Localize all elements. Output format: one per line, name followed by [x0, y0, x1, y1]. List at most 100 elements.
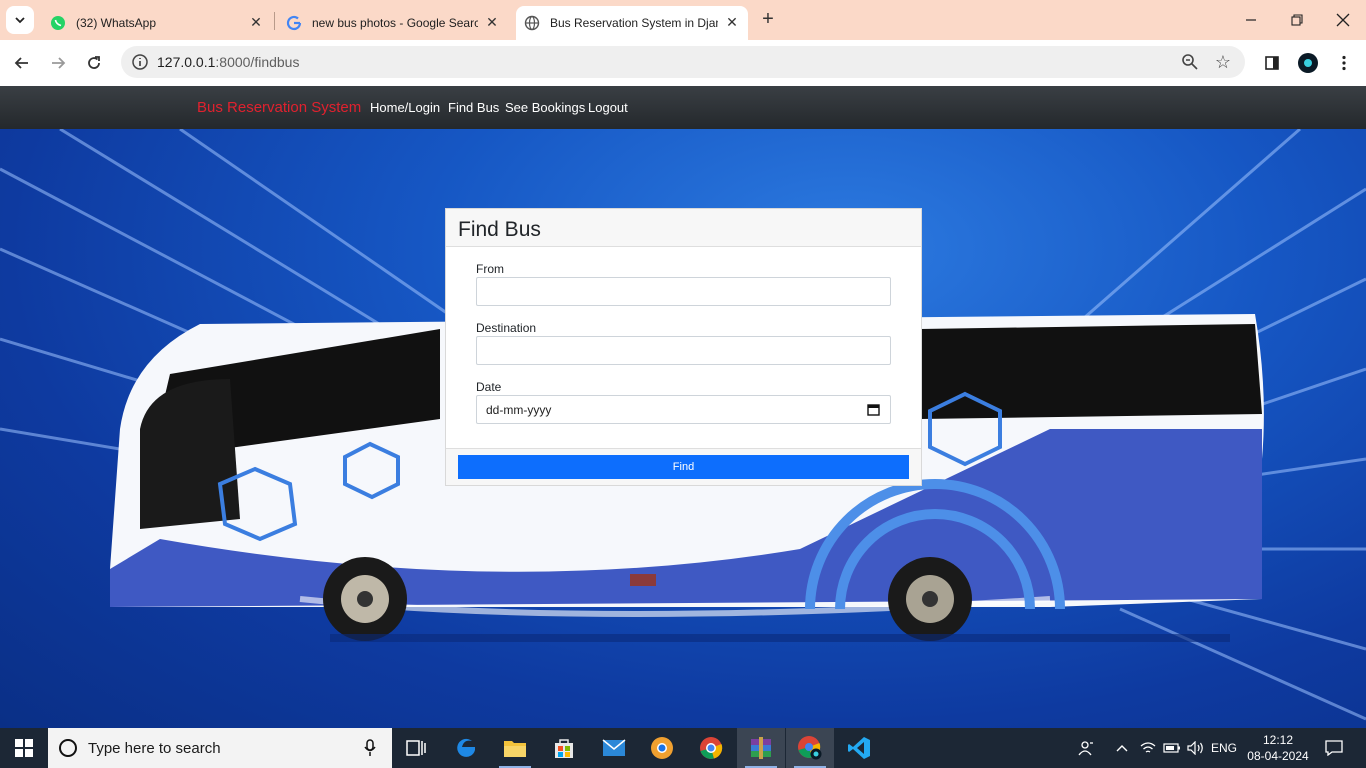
site-info-icon[interactable] — [131, 53, 149, 71]
chevron-up-icon — [1116, 745, 1128, 752]
web-page: Bus Reservation System Home/Login Find B… — [0, 86, 1366, 728]
minimize-icon — [1246, 19, 1256, 21]
volume-button[interactable] — [1184, 728, 1208, 768]
taskbar-edge[interactable] — [442, 728, 490, 768]
windows-taskbar: Type here to search ENG 12:12 08-04-2024 — [0, 728, 1366, 768]
restore-icon — [1291, 14, 1303, 26]
task-view-icon — [406, 740, 426, 756]
clock-date: 08-04-2024 — [1247, 749, 1309, 763]
close-tab-icon[interactable]: ✕ — [724, 14, 740, 30]
card-header: Find Bus — [446, 209, 921, 247]
task-view-button[interactable] — [392, 728, 440, 768]
close-window-button[interactable] — [1333, 10, 1353, 30]
site-brand[interactable]: Bus Reservation System — [197, 99, 361, 116]
tab-title: Bus Reservation System in Djan — [550, 16, 718, 30]
taskbar-chrome-dev[interactable] — [638, 728, 686, 768]
date-label: Date — [476, 380, 502, 394]
date-input[interactable]: dd-mm-yyyy — [476, 395, 891, 424]
chrome-profile-icon — [798, 736, 822, 760]
search-icon — [59, 739, 77, 757]
back-button[interactable] — [10, 51, 34, 75]
nav-logout[interactable]: Logout — [588, 100, 628, 115]
people-icon — [1078, 741, 1093, 756]
from-input[interactable] — [476, 277, 891, 306]
calendar-icon[interactable] — [867, 403, 880, 416]
mail-icon — [602, 739, 626, 756]
windows-logo-icon — [15, 739, 33, 757]
winrar-icon — [751, 737, 771, 759]
close-tab-icon[interactable]: ✕ — [248, 14, 264, 30]
people-button[interactable] — [1074, 728, 1100, 768]
find-bus-card: Find Bus From Destination Date dd-mm-yyy… — [445, 208, 922, 486]
url-path: :8000/findbus — [215, 54, 300, 70]
taskbar-search-box[interactable]: Type here to search — [48, 728, 392, 768]
forward-button[interactable] — [46, 51, 70, 75]
destination-input[interactable] — [476, 336, 891, 365]
taskbar-file-explorer[interactable] — [491, 728, 539, 768]
whatsapp-icon — [50, 15, 66, 31]
nav-home-login[interactable]: Home/Login — [370, 100, 440, 115]
new-tab-button[interactable]: + — [758, 9, 778, 30]
globe-icon — [524, 15, 540, 31]
show-hidden-icons-button[interactable] — [1110, 728, 1134, 768]
side-panel-icon — [1265, 56, 1279, 70]
avatar-icon — [1298, 53, 1318, 73]
chevron-down-icon — [15, 17, 25, 24]
find-button[interactable]: Find — [458, 455, 909, 479]
restore-button[interactable] — [1287, 10, 1307, 30]
browser-toolbar: 127.0.0.1:8000/findbus ☆ — [0, 40, 1366, 86]
taskbar-chrome[interactable] — [687, 728, 735, 768]
close-icon — [1336, 13, 1350, 27]
taskbar-chrome-profile[interactable] — [786, 728, 834, 768]
more-vert-icon — [1342, 55, 1346, 71]
search-placeholder: Type here to search — [88, 740, 221, 757]
chrome-variant-icon — [651, 737, 673, 759]
network-button[interactable] — [1136, 728, 1160, 768]
tab-search-button[interactable] — [6, 6, 34, 34]
reload-button[interactable] — [82, 51, 106, 75]
bus-background-image: Find Bus From Destination Date dd-mm-yyy… — [0, 129, 1366, 728]
site-navbar: Bus Reservation System Home/Login Find B… — [0, 86, 1366, 129]
store-bag-icon — [555, 739, 573, 758]
chrome-icon — [700, 737, 723, 759]
side-panel-button[interactable] — [1260, 51, 1284, 75]
start-button[interactable] — [0, 728, 48, 768]
taskbar-clock[interactable]: 12:12 08-04-2024 — [1242, 732, 1314, 764]
nav-find-bus[interactable]: Find Bus — [448, 100, 499, 115]
battery-button[interactable] — [1160, 728, 1184, 768]
nav-see-bookings[interactable]: See Bookings — [505, 100, 585, 115]
profile-avatar[interactable] — [1296, 51, 1320, 75]
taskbar-vscode[interactable] — [835, 728, 883, 768]
reload-icon — [88, 56, 100, 69]
menu-button[interactable] — [1332, 51, 1356, 75]
browser-tab-strip: (32) WhatsApp ✕ new bus photos - Google … — [0, 0, 1366, 40]
address-bar[interactable]: 127.0.0.1:8000/findbus ☆ — [121, 46, 1245, 78]
zoom-icon[interactable] — [1181, 53, 1199, 71]
destination-label: Destination — [476, 321, 537, 335]
url-host: 127.0.0.1 — [157, 54, 216, 70]
microphone-icon[interactable] — [364, 739, 376, 757]
url-text: 127.0.0.1:8000/findbus — [157, 54, 299, 70]
arrow-right-icon — [52, 57, 66, 69]
card-footer: Find — [446, 448, 921, 485]
bookmark-star-icon[interactable]: ☆ — [1215, 52, 1231, 73]
notification-icon — [1325, 740, 1343, 756]
clock-time: 12:12 — [1262, 733, 1294, 747]
tab-google-search[interactable]: new bus photos - Google Searc ✕ — [280, 6, 508, 40]
from-label: From — [476, 262, 504, 276]
minimize-button[interactable] — [1241, 10, 1261, 30]
taskbar-store[interactable] — [540, 728, 588, 768]
volume-icon — [1187, 741, 1203, 755]
google-icon — [286, 15, 302, 31]
tab-title: (32) WhatsApp — [76, 16, 157, 30]
tab-whatsapp[interactable]: (32) WhatsApp ✕ — [44, 6, 272, 40]
tab-title: new bus photos - Google Searc — [312, 16, 478, 30]
action-center-button[interactable] — [1320, 728, 1348, 768]
taskbar-mail[interactable] — [590, 728, 638, 768]
edge-icon — [457, 738, 475, 757]
language-indicator[interactable]: ENG — [1208, 728, 1240, 768]
tab-separator — [274, 12, 275, 30]
tab-bus-reservation[interactable]: Bus Reservation System in Djan ✕ — [516, 6, 748, 40]
taskbar-winrar[interactable] — [737, 728, 785, 768]
close-tab-icon[interactable]: ✕ — [484, 14, 500, 30]
